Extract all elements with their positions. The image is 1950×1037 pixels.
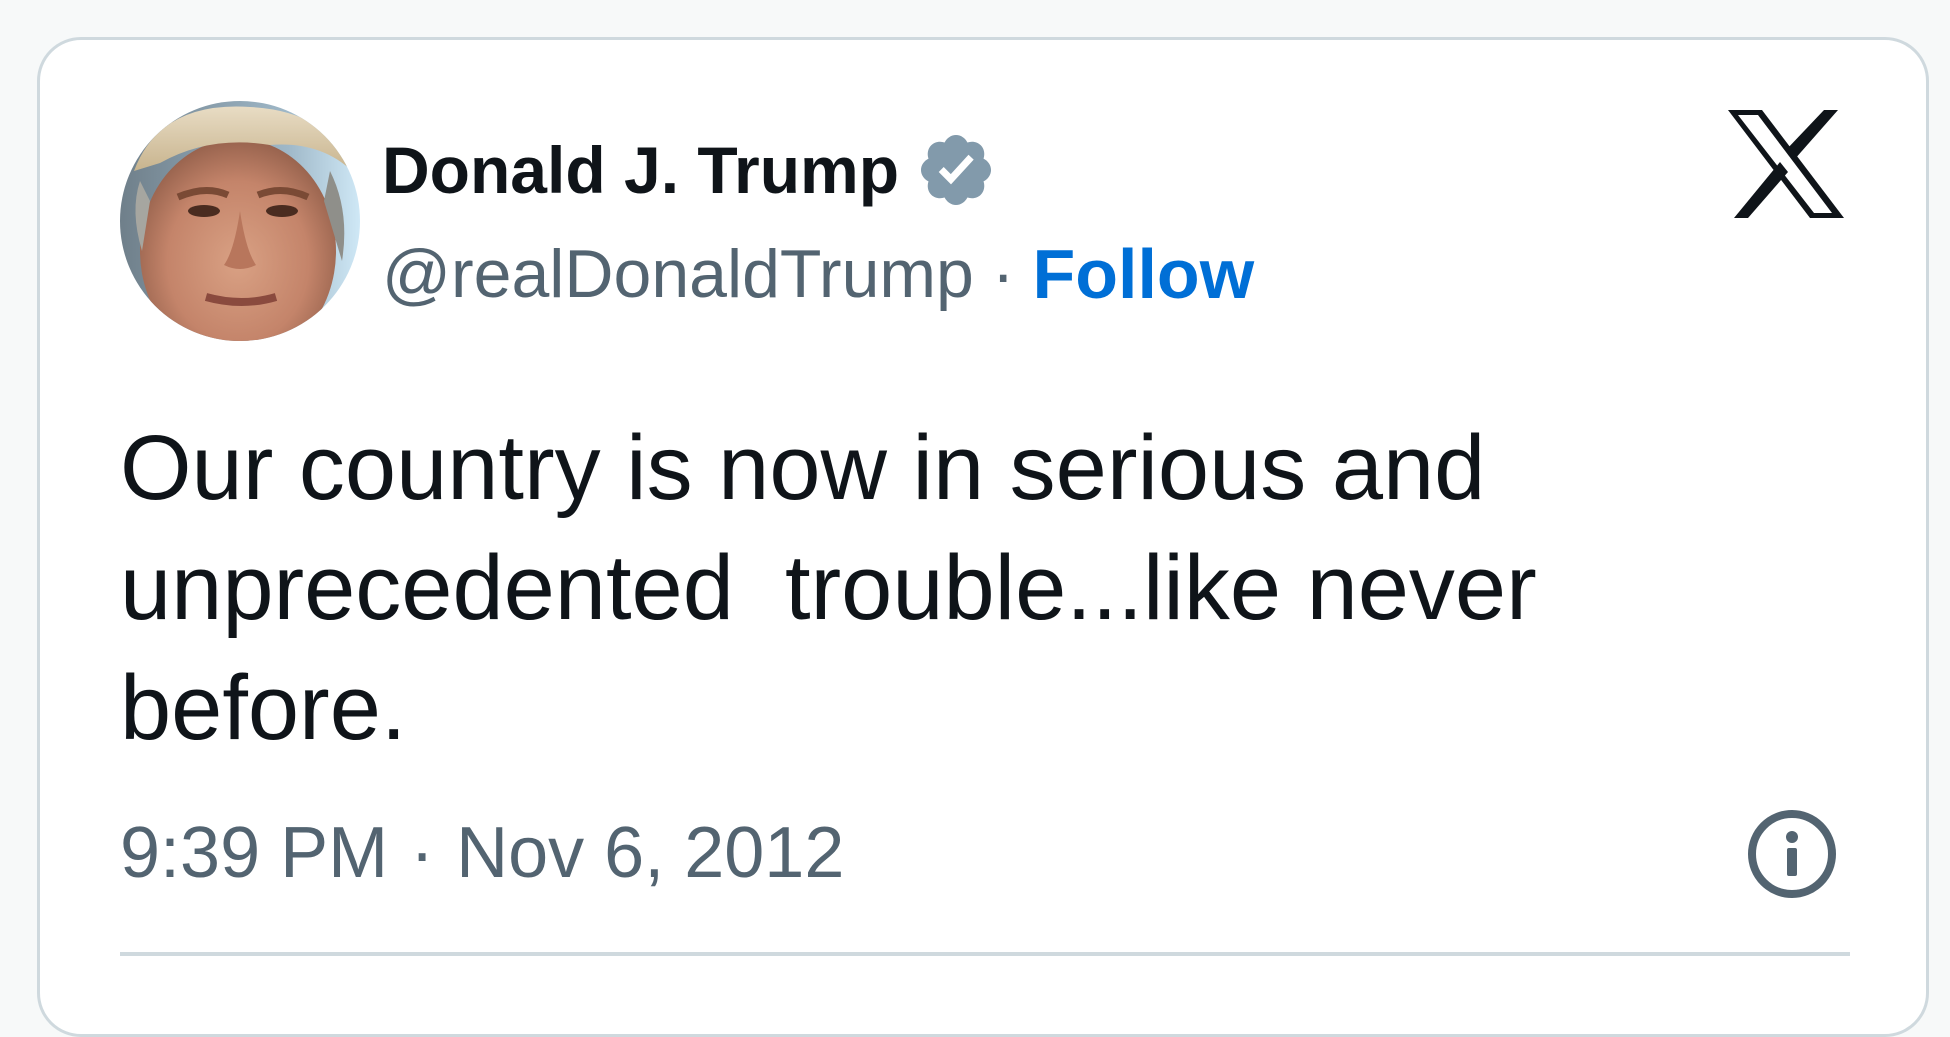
tweet-meta-row: 9:39 PM · Nov 6, 2012 — [120, 808, 844, 898]
follow-button[interactable]: Follow — [1033, 234, 1255, 314]
author-handle-row: @realDonaldTrump · Follow — [382, 232, 1254, 316]
page-background-strip — [0, 0, 1950, 24]
verified-badge-icon[interactable] — [915, 129, 997, 211]
avatar[interactable] — [120, 101, 360, 341]
author-name-row: Donald J. Trump — [382, 128, 997, 212]
tweet-time[interactable]: 9:39 PM — [120, 812, 388, 894]
x-logo-icon[interactable] — [1728, 110, 1844, 218]
handle-separator: · — [991, 236, 1015, 312]
avatar-image — [120, 101, 360, 341]
author-handle[interactable]: @realDonaldTrump — [382, 235, 974, 313]
tweet-text: Our country is now in serious and unprec… — [120, 417, 1563, 759]
info-icon[interactable] — [1746, 808, 1838, 900]
card-divider — [120, 952, 1850, 956]
tweet-date[interactable]: Nov 6, 2012 — [456, 812, 844, 894]
author-name[interactable]: Donald J. Trump — [382, 132, 899, 208]
meta-separator: · — [410, 813, 435, 893]
